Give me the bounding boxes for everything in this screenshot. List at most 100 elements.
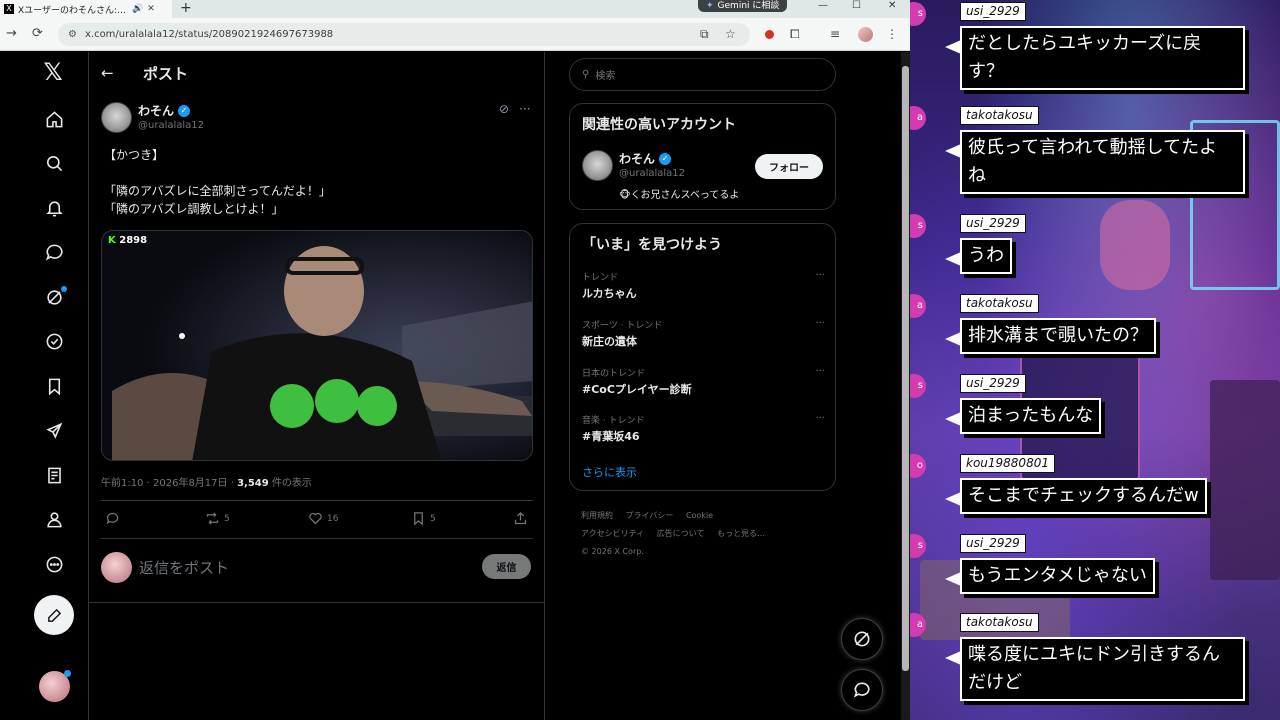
trend-more-icon[interactable]: ··· [815, 366, 825, 377]
new-tab-button[interactable]: + [180, 0, 192, 18]
trend-item[interactable]: スポーツ · トレンド 新庄の遺体 ··· [582, 318, 825, 349]
audio-icon[interactable]: 🔊 [132, 4, 143, 14]
chat-message: 泊まったもんな [944, 398, 1102, 434]
browser-tab[interactable]: X Xユーザーのわそんさん:「かつき」 🔊 ✕ [0, 0, 172, 18]
trend-name: #CoCプレイヤー診断 [582, 383, 692, 396]
show-more-link[interactable]: さらに表示 [582, 464, 637, 480]
gemini-label: Gemini に相談 [717, 1, 780, 11]
chat-username: kou19880801 [960, 454, 1055, 473]
address-bar[interactable]: ⚙ x.com/uralalala12/status/2089021924697… [58, 23, 750, 46]
footer-more[interactable]: もっと見る… [717, 529, 765, 538]
chat-message: だとしたらユキッカーズに戻 す？ [945, 26, 1245, 90]
page-title: ポスト [143, 65, 189, 83]
grok-float-button[interactable] [841, 618, 883, 660]
footer-accessibility[interactable]: アクセシビリティ [581, 529, 644, 538]
like-button[interactable]: 16 [308, 511, 338, 526]
relevant-name[interactable]: わそん ✓ [619, 150, 672, 167]
trend-more-icon[interactable]: ··· [815, 413, 825, 424]
bookmark-post-icon [414, 512, 423, 526]
trend-category: スポーツ · トレンド [582, 321, 663, 331]
follow-button[interactable]: フォロー [755, 154, 823, 179]
trend-item[interactable]: 音楽 · トレンド #青葉坂46 ··· [582, 413, 825, 444]
divider [89, 602, 545, 603]
home-icon[interactable] [44, 109, 64, 129]
messages-icon[interactable] [44, 242, 64, 262]
verified-badge-icon: ✓ [178, 104, 191, 117]
maximize-button[interactable]: ☐ [852, 0, 861, 14]
profile-avatar[interactable] [858, 27, 873, 42]
media-icon[interactable]: ≡ [830, 27, 840, 41]
trend-name: ルカちゃん [582, 287, 637, 300]
footer-links: 利用規約 プライバシー Cookie アクセシビリティ 広告について もっと見る… [581, 507, 821, 561]
grok-post-icon[interactable]: ⊘ [499, 102, 509, 116]
footer-terms[interactable]: 利用規約 [581, 511, 613, 520]
relevant-handle[interactable]: @uralalala12 [619, 168, 685, 179]
divider [101, 500, 533, 501]
trend-more-icon[interactable]: ··· [815, 318, 825, 329]
minimize-button[interactable]: — [818, 0, 828, 14]
account-avatar[interactable] [39, 670, 71, 702]
rocket-icon[interactable] [44, 420, 64, 440]
menu-icon[interactable]: ⋮ [886, 27, 898, 41]
post-timestamp[interactable]: 午前1:10 · 2026年8月17日 · [101, 478, 237, 489]
trend-item[interactable]: 日本のトレンド #CoCプレイヤー診断 ··· [582, 366, 825, 397]
bookmark-button[interactable]: 5 [411, 511, 436, 526]
chat-username: takotakosu [960, 106, 1039, 125]
site-info-icon[interactable]: ⚙ [68, 29, 77, 40]
bookshelf-decor [1210, 380, 1280, 580]
more-options-icon[interactable] [44, 554, 64, 574]
forward-icon[interactable]: → [6, 26, 17, 41]
reply-input[interactable]: 返信をポスト [139, 557, 229, 578]
messages-float-button[interactable] [841, 669, 883, 711]
gemini-button[interactable]: ✦ Gemini に相談 [698, 0, 788, 12]
relevant-avatar[interactable] [582, 150, 613, 181]
share-button[interactable] [513, 511, 528, 526]
post-more-icon[interactable]: ··· [519, 102, 530, 116]
post-media-video[interactable]: K 2898 [101, 230, 533, 461]
repost-button[interactable]: 5 [205, 511, 230, 526]
scrollbar-thumb[interactable] [902, 66, 909, 671]
trend-more-icon[interactable]: ··· [815, 270, 825, 281]
extensions-icon[interactable]: ⧠ [790, 27, 800, 42]
left-nav: 𝕏 [0, 52, 89, 720]
tab-close-icon[interactable]: ✕ [147, 4, 155, 14]
post-text: 【かつき】 「隣のアバズレに全部刺さってんだよ！」 「隣のアバズレ調教しとけよ！… [104, 148, 331, 216]
close-window-button[interactable]: ✕ [888, 0, 896, 14]
reply-avatar [101, 552, 132, 583]
relevant-title: 関連性の高いアカウント [582, 117, 736, 133]
x-page: 𝕏 ← ポスト わそん ✓ @uralalala12 ⊘ ··· 【かつき】 「… [0, 52, 910, 720]
verified-check-icon[interactable] [44, 331, 64, 351]
bookmark-star-icon[interactable]: ☆ [725, 27, 736, 41]
reload-icon[interactable]: ⟳ [32, 26, 43, 41]
trend-item[interactable]: トレンド ルカちゃん ··· [582, 270, 825, 301]
chat-username: usi_2929 [960, 374, 1026, 393]
compose-post-button[interactable] [34, 595, 74, 635]
search-icon[interactable] [44, 153, 64, 173]
trends-title: 「いま」を見つけよう [582, 237, 722, 253]
author-avatar[interactable] [101, 102, 132, 133]
notifications-bell-icon[interactable] [44, 198, 64, 218]
articles-icon[interactable] [44, 465, 64, 485]
footer-privacy[interactable]: プライバシー [626, 511, 674, 520]
bookmark-icon[interactable] [44, 376, 64, 396]
chat-message: うわ [945, 238, 1012, 274]
messages-float-icon [853, 682, 870, 698]
author-handle[interactable]: @uralalala12 [138, 120, 204, 131]
author-name[interactable]: わそん ✓ [138, 102, 191, 119]
install-icon[interactable]: ⧉ [700, 27, 709, 42]
author-name-text: わそん [138, 104, 175, 118]
reply-button[interactable] [105, 511, 120, 526]
search-input[interactable]: ⚲ 検索 [569, 58, 836, 91]
footer-ads[interactable]: 広告について [657, 529, 705, 538]
verified-badge-icon: ✓ [659, 152, 672, 165]
gemini-icon: ✦ [706, 1, 714, 11]
reply-submit-button[interactable]: 返信 [482, 554, 531, 579]
footer-cookie[interactable]: Cookie [686, 511, 713, 520]
x-logo-icon[interactable]: 𝕏 [43, 58, 63, 86]
profile-icon[interactable] [44, 509, 64, 529]
record-icon[interactable] [765, 30, 774, 39]
repost-count: 5 [224, 513, 230, 524]
compose-icon [47, 608, 61, 622]
back-arrow-icon[interactable]: ← [101, 64, 114, 82]
grok-badge [61, 286, 67, 292]
